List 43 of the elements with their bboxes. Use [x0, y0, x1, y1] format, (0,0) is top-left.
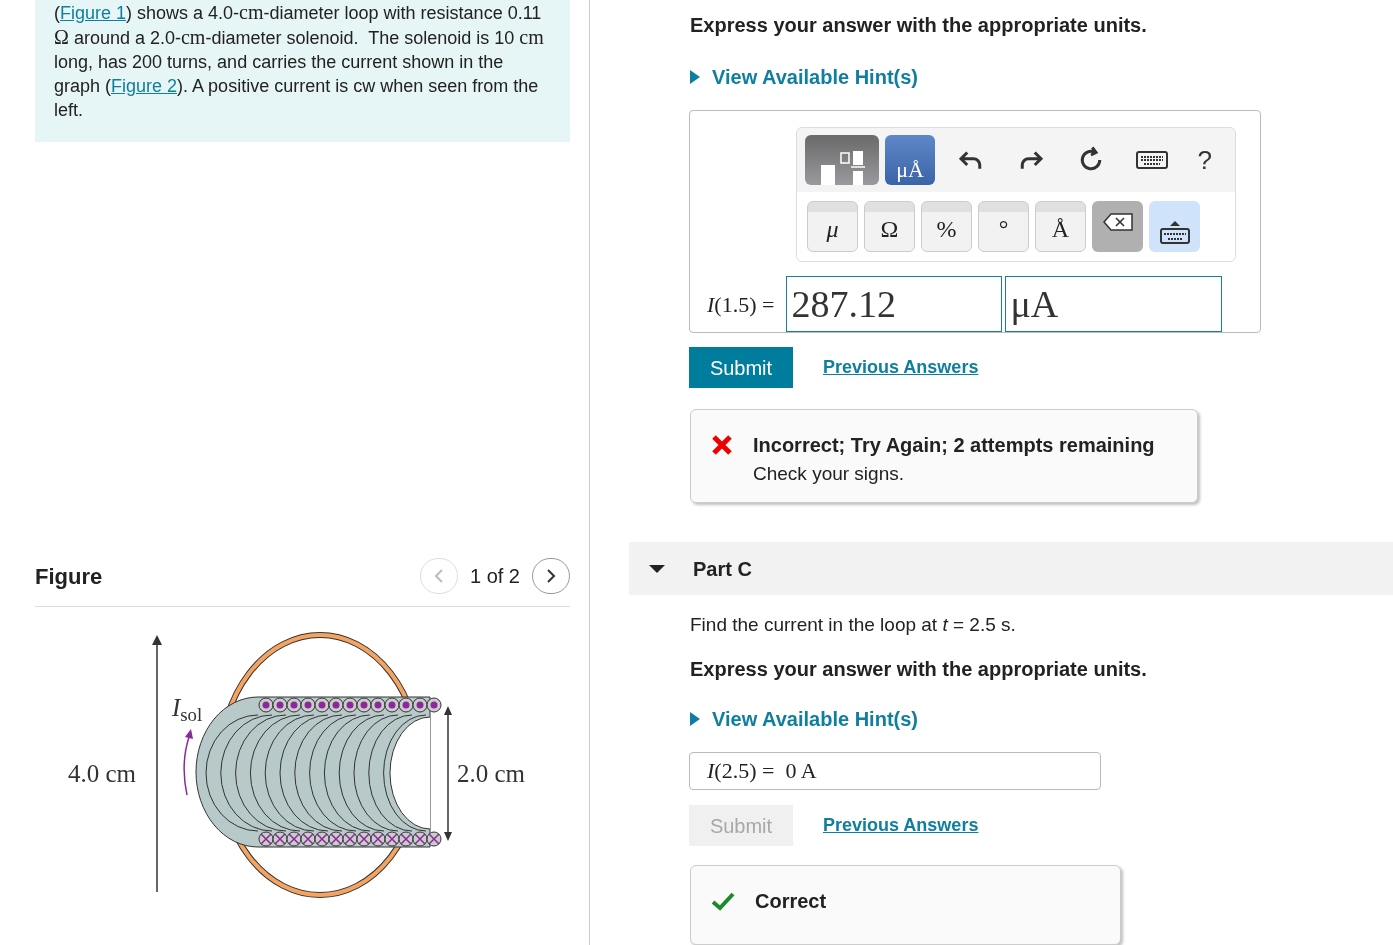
problem-text: (Figure 1) shows a 4.0-cm-diameter loop with resistance 0.11 Ω around a 2.0-cm-diameter solenoid. The solenoid is 10 cm long, has 200 turns, and carries the current shown in the graph (Figure 2). A positive current is cw when seen from the left.	[54, 0, 545, 122]
diameter-label: 4.0 cm	[68, 759, 137, 789]
figure-link[interactable]: Figure 1	[60, 3, 127, 23]
backspace-key[interactable]	[1092, 201, 1143, 252]
chevron-left-icon	[433, 568, 444, 584]
keyboard-icon[interactable]	[1135, 149, 1168, 171]
triangle-icon	[690, 70, 700, 84]
units-instruction: Express your answer with the appropriate units.	[690, 13, 1148, 38]
question-text: Find the current in the loop at t = 2.5 s.	[690, 613, 1017, 638]
feedback-title: Incorrect; Try Again; 2 attempts remaining	[753, 433, 1155, 458]
feedback-title: Correct	[755, 889, 827, 914]
cross-icon	[711, 434, 733, 456]
units-button[interactable]: μÅ	[885, 135, 935, 185]
units-instruction: Express your answer with the appropriate units.	[690, 656, 1148, 682]
backspace-icon	[1102, 213, 1133, 231]
symbol-key[interactable]: Ω	[864, 201, 915, 252]
symbol-key[interactable]: Å	[1035, 201, 1086, 252]
current-label: I$_{sol}$	[172, 693, 203, 727]
submit-button[interactable]: Submit	[689, 347, 793, 388]
symbol-key[interactable]: μ	[807, 201, 858, 252]
diameter-label: 2.0 cm	[457, 759, 526, 789]
value-field[interactable]: 287.12	[786, 276, 1003, 332]
chevron-right-icon	[546, 568, 556, 584]
part-header[interactable]: Part C	[629, 542, 1393, 596]
check-icon	[711, 891, 735, 911]
keyboard-caret-icon	[1158, 220, 1191, 244]
figure-link[interactable]: Figure 2	[111, 76, 178, 96]
help-button[interactable]: ?	[1197, 140, 1213, 180]
symbol-key[interactable]: °	[978, 201, 1029, 252]
figure-pager: 1 of 2	[469, 564, 520, 589]
feedback-message: Check your signs.	[753, 462, 905, 486]
previous-answers-link[interactable]: Previous Answers	[823, 812, 979, 839]
templates-button[interactable]	[805, 135, 879, 185]
previous-answers-link[interactable]: Previous Answers	[823, 354, 979, 381]
symbol-key[interactable]: %	[921, 201, 972, 252]
hint-link[interactable]: View Available Hint(s)	[690, 62, 918, 92]
unit-field[interactable]: μA	[1005, 276, 1223, 332]
answer-display: I(2.5) = 0 A	[689, 751, 1101, 790]
keyboard-toggle-key[interactable]	[1149, 201, 1200, 252]
answer-label: I(1.5) =	[707, 290, 775, 319]
triangle-icon	[690, 711, 700, 726]
hint-link[interactable]: View Available Hint(s)	[690, 703, 918, 734]
figure-heading: Figure	[35, 562, 103, 591]
